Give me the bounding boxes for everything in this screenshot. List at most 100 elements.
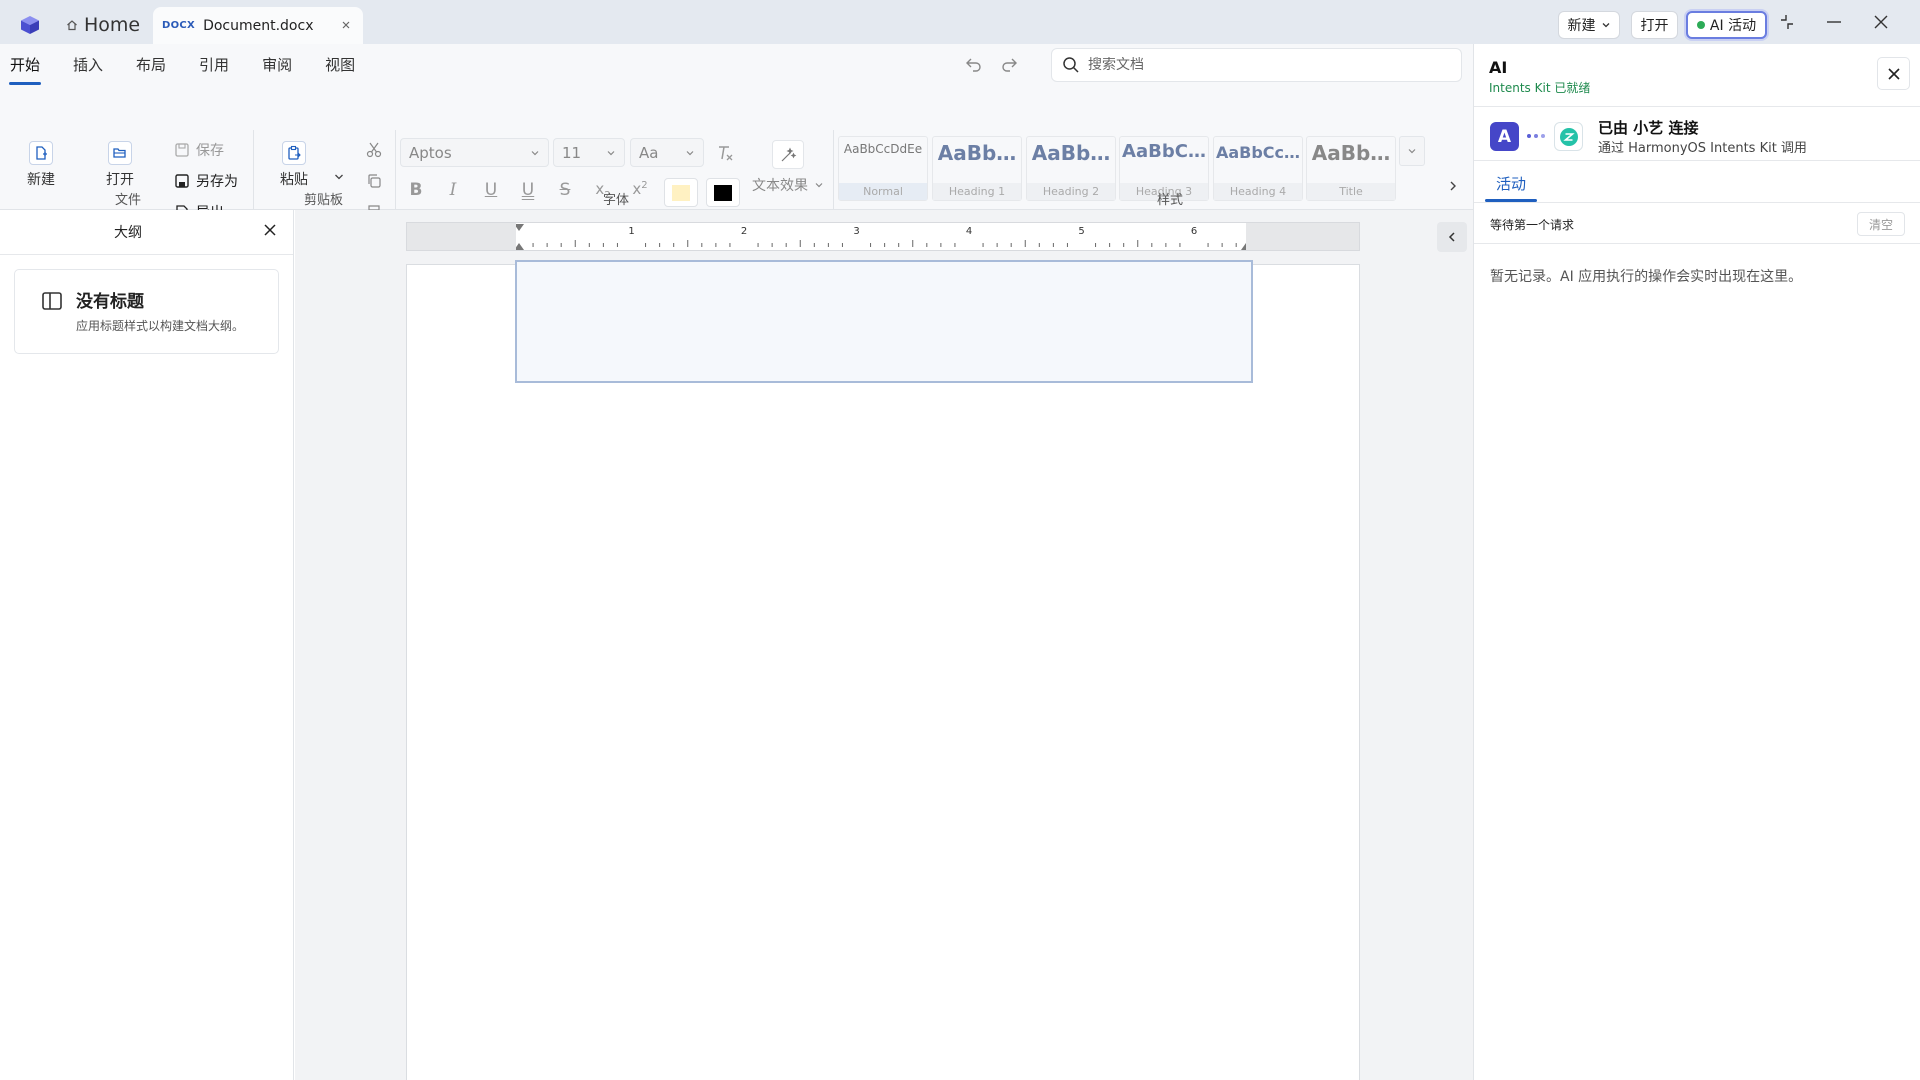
style-sample: AaBb… <box>1311 141 1391 165</box>
minimize-window-icon[interactable] <box>1824 12 1844 32</box>
style-heading-2[interactable]: AaBb… Heading 2 <box>1026 136 1116 201</box>
first-line-indent-marker <box>516 224 524 231</box>
style-sample: AaBbCc… <box>1215 143 1301 162</box>
activity-empty-message: 暂无记录。AI 应用执行的操作会实时出现在这里。 <box>1490 269 1803 285</box>
save-button[interactable]: 保存 <box>174 140 224 160</box>
ai-activity-label: AI 活动 <box>1709 18 1757 34</box>
ai-activity-button[interactable]: AI 活动 <box>1686 11 1767 39</box>
more-styles-button[interactable] <box>1399 136 1425 166</box>
outline-empty-card: 没有标题 应用标题样式以构建文档大纲。 <box>14 269 279 354</box>
redo-icon[interactable] <box>999 54 1019 74</box>
new-button[interactable]: 新建 <box>11 141 71 189</box>
app-avatar: A <box>1490 122 1519 151</box>
connection-dots-icon <box>1527 134 1545 138</box>
app-logo-icon[interactable] <box>19 14 41 36</box>
open-document-label: 打开 <box>1640 18 1669 34</box>
left-indent-marker <box>516 243 524 250</box>
magic-wand-icon <box>781 146 797 161</box>
divider <box>1474 243 1920 244</box>
font-size-select[interactable]: 11 <box>553 138 625 167</box>
style-name: Heading 4 <box>1214 183 1302 200</box>
close-window-icon[interactable] <box>1871 12 1891 32</box>
underline-icon[interactable]: U <box>481 180 501 204</box>
tab-activity[interactable]: 活动 <box>1485 162 1537 202</box>
page-header-region[interactable] <box>515 260 1253 383</box>
font-color-swatch <box>714 184 732 201</box>
text-effects-button[interactable]: 文本效果 <box>752 175 824 195</box>
copy-icon[interactable] <box>365 172 383 190</box>
strikethrough-icon[interactable]: S <box>555 180 575 204</box>
style-normal[interactable]: AaBbCcDdEe Normal <box>838 136 928 201</box>
ai-panel: AI Intents Kit 已就绪 A 已由 小艺 连接 通过 Harmony… <box>1473 44 1920 1080</box>
close-tab-icon[interactable] <box>339 18 353 32</box>
chevron-down-icon <box>1408 149 1416 154</box>
folder-open-icon <box>108 141 132 165</box>
save-as-button[interactable]: 另存为 <box>174 171 238 191</box>
ai-panel-status: Intents Kit 已就绪 <box>1489 81 1591 95</box>
divider <box>1474 160 1920 161</box>
collapse-panel-button[interactable] <box>1437 222 1467 252</box>
home-icon <box>67 20 77 31</box>
change-case-select[interactable]: Aa <box>630 138 704 167</box>
style-name: Title <box>1307 183 1395 200</box>
divider <box>1474 106 1920 107</box>
font-name-select[interactable]: Aptos <box>400 138 549 167</box>
cut-icon[interactable] <box>365 141 383 159</box>
tab-insert[interactable]: 插入 <box>63 44 113 84</box>
highlight-color-button[interactable] <box>664 178 698 207</box>
close-icon[interactable] <box>262 222 278 238</box>
ai-panel-title: AI <box>1489 58 1508 77</box>
superscript-icon[interactable]: x2 <box>630 180 650 204</box>
bold-icon[interactable]: B <box>406 180 426 204</box>
open-button[interactable]: 打开 <box>90 141 150 189</box>
chevron-down-icon <box>531 150 539 155</box>
styles-group-label: 样式 <box>1157 193 1184 208</box>
paste-button[interactable]: 粘贴 <box>264 141 324 189</box>
tab-review[interactable]: 审阅 <box>252 44 302 84</box>
style-title[interactable]: AaBb… Title <box>1306 136 1396 201</box>
close-icon <box>1887 67 1900 80</box>
open-document-button[interactable]: 打开 <box>1631 11 1678 39</box>
search-box[interactable] <box>1051 48 1462 82</box>
ribbon-scroll-right-icon[interactable] <box>1446 179 1460 193</box>
font-group-label: 字体 <box>603 193 630 208</box>
paste-options-chevron-icon[interactable] <box>333 171 345 183</box>
italic-icon[interactable]: I <box>443 180 463 204</box>
tab-references[interactable]: 引用 <box>189 44 239 84</box>
chevron-down-icon <box>1602 23 1609 28</box>
chevron-down-icon <box>815 183 823 188</box>
font-name-value: Aptos <box>409 143 452 162</box>
paste-button-label: 粘贴 <box>280 172 308 188</box>
style-heading-1[interactable]: AaBb… Heading 1 <box>932 136 1022 201</box>
document-area: 1 2 3 4 5 6 <box>295 210 1473 1080</box>
style-name: Heading 2 <box>1027 183 1115 200</box>
xiaoyi-avatar <box>1554 122 1583 151</box>
ai-panel-close-button[interactable] <box>1877 57 1910 90</box>
right-indent-marker <box>1241 243 1246 250</box>
open-button-label: 打开 <box>106 172 134 188</box>
tab-view[interactable]: 视图 <box>315 44 365 84</box>
restore-window-icon[interactable] <box>1777 12 1797 32</box>
tab-layout[interactable]: 布局 <box>126 44 176 84</box>
home-tab[interactable]: Home <box>66 10 140 40</box>
search-input[interactable] <box>1088 57 1448 73</box>
new-document-button[interactable]: 新建 <box>1558 11 1620 39</box>
xiaoyi-logo-icon <box>1559 127 1578 146</box>
double-underline-icon[interactable]: U <box>518 180 538 204</box>
document-tab[interactable]: DOCX Document.docx <box>153 7 363 44</box>
style-heading-4[interactable]: AaBbCc… Heading 4 <box>1213 136 1303 201</box>
font-color-button[interactable] <box>706 178 740 207</box>
font-size-value: 11 <box>562 143 582 162</box>
clear-formatting-icon[interactable] <box>715 143 735 163</box>
undo-icon[interactable] <box>964 54 984 74</box>
ruler-label: 6 <box>1191 226 1197 237</box>
outline-pane: 大纲 没有标题 应用标题样式以构建文档大纲。 <box>0 210 294 1080</box>
tab-home[interactable]: 开始 <box>0 44 50 85</box>
document-page[interactable] <box>406 260 1360 1080</box>
horizontal-ruler[interactable]: 1 2 3 4 5 6 <box>406 222 1360 251</box>
style-name: Normal <box>839 183 927 200</box>
ai-status-dot <box>1696 21 1705 29</box>
text-effects-icon-box[interactable] <box>772 140 804 169</box>
ruler-label: 3 <box>853 226 859 237</box>
clear-button[interactable]: 清空 <box>1857 212 1905 236</box>
